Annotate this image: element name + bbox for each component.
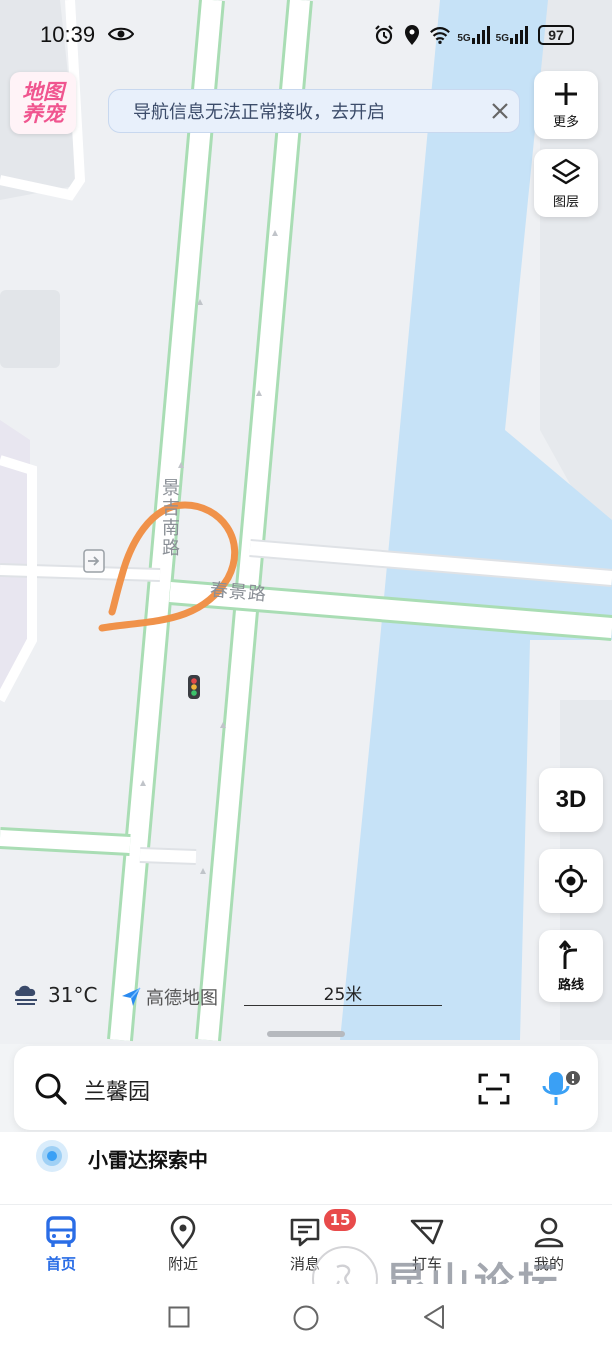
plus-icon [555,82,577,105]
sheet-drag-handle[interactable] [267,1031,345,1037]
locate-icon [555,865,587,897]
road-label-horizontal: 春景路 [209,579,268,606]
locate-button[interactable] [539,849,603,913]
nav-label-home: 首页 [45,1255,76,1273]
location-icon [405,25,420,45]
road-label-vertical: 景吉南路 [159,478,180,558]
voice-mic-icon[interactable] [538,1068,582,1110]
layers-label: 图层 [552,194,579,210]
weather-widget[interactable]: 31°C [12,982,97,1008]
alarm-icon [375,25,394,45]
radar-icon [36,1140,68,1172]
scan-icon[interactable] [477,1072,511,1106]
map-view[interactable]: 景吉南路 春景路 [0,0,612,1140]
map-scale-bar: 25米 [244,980,442,1006]
signal-2-icon: 5G [496,26,528,44]
status-bar: 10:39 5G 5G 97 [0,0,612,70]
map-canvas[interactable] [0,0,612,1140]
logo-line-1: 地图 [22,80,64,104]
layers-icon [551,158,581,184]
route-label: 路线 [557,977,584,993]
navigation-notice-banner[interactable]: 导航信息无法正常接收，去开启 [108,89,520,133]
radar-row[interactable]: 小雷达探索中 [0,1132,612,1204]
temperature: 31°C [48,983,98,1007]
battery-indicator: 97 [538,25,574,45]
bus-icon [46,1216,76,1247]
traffic-light-icon [188,675,200,699]
brand-name: 高德地图 [146,988,218,1009]
amap-brand: 高德地图 [120,984,218,1010]
promo-logo[interactable]: 地图 养宠 [10,72,76,134]
more-label: 更多 [552,114,579,130]
back-triangle-icon[interactable] [422,1304,446,1330]
recent-apps-icon[interactable] [168,1306,190,1328]
search-bar[interactable]: 兰馨园 [14,1046,598,1130]
search-icon [35,1073,67,1105]
message-icon [290,1218,320,1247]
system-navigation-bar [0,1284,612,1350]
more-button[interactable]: 更多 [534,71,598,139]
notice-text: 导航信息无法正常接收，去开启 [133,102,385,123]
route-button[interactable]: 路线 [539,930,603,1002]
logo-line-2: 养宠 [22,102,64,126]
person-icon [534,1217,564,1248]
amap-logo-icon [122,987,141,1006]
3d-toggle-button[interactable]: 3D [539,768,603,832]
location-pin-icon [170,1215,196,1249]
nav-item-nearby[interactable]: 附近 [143,1215,223,1274]
entrance-icon [83,549,105,573]
home-circle-icon[interactable] [292,1304,320,1332]
taxi-icon [410,1219,444,1245]
status-time: 10:39 [40,22,96,47]
layers-button[interactable]: 图层 [534,149,598,217]
signal-1-icon: 5G [457,26,490,44]
nav-label-nearby: 附近 [167,1255,198,1273]
wifi-icon [430,27,451,44]
building-block [0,290,60,368]
eye-icon [108,27,134,41]
close-icon[interactable] [487,98,513,124]
cloud-fog-icon [15,985,37,1005]
route-arrow-icon [558,940,578,969]
status-icons: 5G 5G 97 [373,22,574,48]
nav-item-home[interactable]: 首页 [21,1215,101,1274]
radar-text: 小雷达探索中 [88,1148,208,1172]
message-badge: 15 [322,1207,358,1233]
search-input[interactable]: 兰馨园 [84,1074,150,1106]
